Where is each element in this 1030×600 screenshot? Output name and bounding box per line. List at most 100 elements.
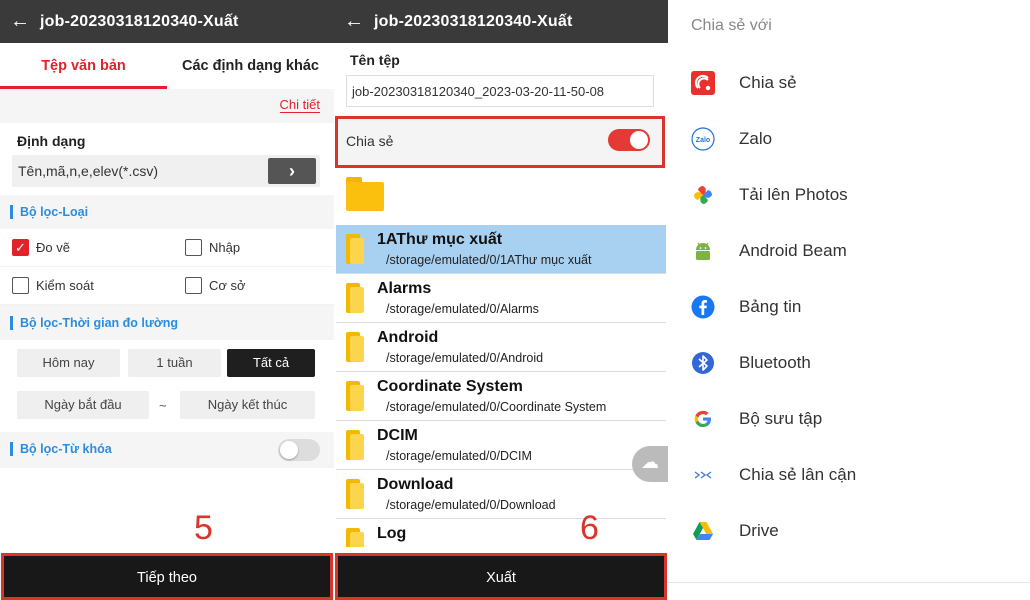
folder-path: /storage/emulated/0/1AThư mục xuất [386, 253, 592, 267]
one-week-button[interactable]: 1 tuần [128, 349, 221, 377]
detail-link[interactable]: Chi tiết [279, 97, 320, 113]
folder-path: /storage/emulated/0/DCIM [386, 449, 532, 463]
share-sheet: Chia sẻ với Chia sẻ Zalo Zalo Tải lên Ph… [668, 0, 1030, 600]
export-destination-screen: ← job-20230318120340-Xuất Tên tệp job-20… [334, 0, 668, 600]
filter-type-header: Bộ lọc-Loại [0, 195, 334, 229]
folder-name: Coordinate System [377, 378, 523, 395]
filename-input[interactable]: job-20230318120340_2023-03-20-11-50-08 [346, 75, 654, 107]
share-target-nearby[interactable]: Chia sẻ lân cận [668, 454, 1030, 494]
android-icon [696, 242, 710, 260]
spacer-area [0, 468, 334, 554]
start-date-field[interactable]: Ngày bắt đầu [17, 391, 149, 419]
share-target-drive[interactable]: Drive [668, 510, 1030, 550]
time-filter-area: Hôm nay 1 tuần Tất cả Ngày bắt đầu ~ Ngà… [0, 340, 334, 432]
zalo-icon: Zalo [691, 127, 715, 151]
step-number-annotation: 5 [194, 509, 213, 547]
next-button[interactable]: Tiếp theo [4, 556, 330, 600]
all-button[interactable]: Tất cả [227, 349, 315, 377]
checkbox-control[interactable]: Kiểm soát [12, 277, 94, 294]
nearby-share-icon [694, 471, 712, 479]
folder-list: 1AThư mục xuất /storage/emulated/0/1AThư… [336, 225, 666, 547]
share-target-label: Bluetooth [739, 353, 811, 372]
folder-path: /storage/emulated/0/Android [386, 351, 544, 365]
folder-item[interactable]: Android /storage/emulated/0/Android [336, 323, 666, 371]
folder-icon [346, 234, 366, 264]
share-row: Chia sẻ [336, 117, 664, 167]
back-arrow-icon[interactable]: ← [334, 10, 374, 33]
folder-path: /storage/emulated/0/Coordinate System [386, 400, 607, 414]
back-arrow-icon[interactable]: ← [0, 10, 40, 33]
cloud-icon[interactable]: ☁ [632, 446, 668, 482]
toggle-knob [630, 131, 648, 149]
folder-path: /storage/emulated/0/Alarms [386, 302, 539, 316]
folder-path: /storage/emulated/0/Download [386, 498, 556, 512]
checkbox-unchecked-icon [185, 277, 202, 294]
top-app-bar: ← job-20230318120340-Xuất [0, 0, 334, 43]
share-target-zalo[interactable]: Zalo Zalo [668, 118, 1030, 158]
folder-icon [346, 479, 366, 509]
share-target-photos[interactable]: Tải lên Photos [668, 174, 1030, 214]
format-tabs: Tệp văn bản Các định dạng khác [0, 43, 334, 89]
checkbox-label: Nhập [209, 240, 241, 255]
chevron-right-icon[interactable]: › [268, 158, 316, 184]
tab-other-formats[interactable]: Các định dạng khác [167, 43, 334, 89]
folder-item[interactable]: Coordinate System /storage/emulated/0/Co… [336, 372, 666, 420]
tab-text-file[interactable]: Tệp văn bản [0, 43, 167, 89]
format-label: Định dạng [17, 133, 86, 149]
bluetooth-icon [692, 352, 714, 374]
share-target-bluetooth[interactable]: Bluetooth [668, 342, 1030, 382]
svg-text:Zalo: Zalo [696, 137, 710, 144]
share-target-label: Chia sẻ lân cận [739, 465, 857, 484]
checkbox-survey[interactable]: ✓ Đo vẽ [12, 239, 70, 256]
toggle-knob [280, 441, 298, 459]
format-selector[interactable]: Tên,mã,n,e,elev(*.csv) › [12, 155, 320, 187]
folder-item[interactable]: Alarms /storage/emulated/0/Alarms [336, 274, 666, 322]
filename-label: Tên tệp [350, 52, 400, 68]
checkbox-import[interactable]: Nhập [185, 239, 240, 256]
folder-icon [346, 430, 366, 460]
share-target-label: Bảng tin [739, 297, 802, 316]
parent-folder-icon[interactable] [346, 177, 384, 211]
top-app-bar: ← job-20230318120340-Xuất [334, 0, 668, 43]
share-target-label: Zalo [739, 129, 773, 148]
screenshot-root: ← job-20230318120340-Xuất Tệp văn bản Cá… [0, 0, 1030, 600]
share-target-collection[interactable]: Bộ sưu tập [668, 398, 1030, 438]
checkbox-row-1: ✓ Đo vẽ Nhập [0, 229, 334, 266]
share-sheet-title: Chia sẻ với [691, 17, 772, 34]
share-target-facebook[interactable]: Bảng tin [668, 286, 1030, 326]
share-toggle[interactable] [608, 129, 650, 151]
folder-item[interactable]: DCIM /storage/emulated/0/DCIM [336, 421, 666, 469]
step-number-annotation: 6 [580, 509, 599, 547]
folder-name: 1AThư mục xuất [377, 231, 503, 248]
folder-name: Download [377, 476, 454, 493]
folder-icon [346, 332, 366, 362]
checkbox-unchecked-icon [12, 277, 29, 294]
checkbox-unchecked-icon [185, 239, 202, 256]
export-settings-screen: ← job-20230318120340-Xuất Tệp văn bản Cá… [0, 0, 334, 600]
share-target-android-beam[interactable]: Android Beam [668, 230, 1030, 270]
page-title: job-20230318120340-Xuất [374, 12, 573, 30]
today-button[interactable]: Hôm nay [17, 349, 120, 377]
section-marker [10, 205, 13, 219]
folder-name: Alarms [377, 280, 432, 297]
end-date-field[interactable]: Ngày kết thúc [180, 391, 315, 419]
page-title: job-20230318120340-Xuất [40, 12, 239, 30]
detail-row: Chi tiết [0, 89, 334, 123]
folder-item[interactable]: Log [336, 519, 666, 547]
checkbox-row-2: Kiểm soát Cơ sở [0, 267, 334, 304]
share-label: Chia sẻ [346, 133, 394, 149]
export-button[interactable]: Xuất [338, 556, 664, 600]
share-target-share[interactable]: Chia sẻ [668, 62, 1030, 102]
share-target-label: Android Beam [739, 241, 847, 260]
folder-name: Android [377, 329, 439, 346]
keyword-filter-toggle[interactable] [278, 439, 320, 461]
checkbox-base[interactable]: Cơ sở [185, 277, 246, 294]
format-section: Định dạng Tên,mã,n,e,elev(*.csv) › [0, 123, 334, 195]
share-target-label: Chia sẻ [739, 73, 797, 92]
folder-name: Log [377, 525, 407, 542]
folder-icon [346, 283, 366, 313]
checkbox-label: Cơ sở [209, 278, 246, 293]
filter-type-label: Bộ lọc-Loại [20, 205, 89, 219]
folder-item[interactable]: 1AThư mục xuất /storage/emulated/0/1AThư… [336, 225, 666, 273]
folder-item[interactable]: Download /storage/emulated/0/Download [336, 470, 666, 518]
